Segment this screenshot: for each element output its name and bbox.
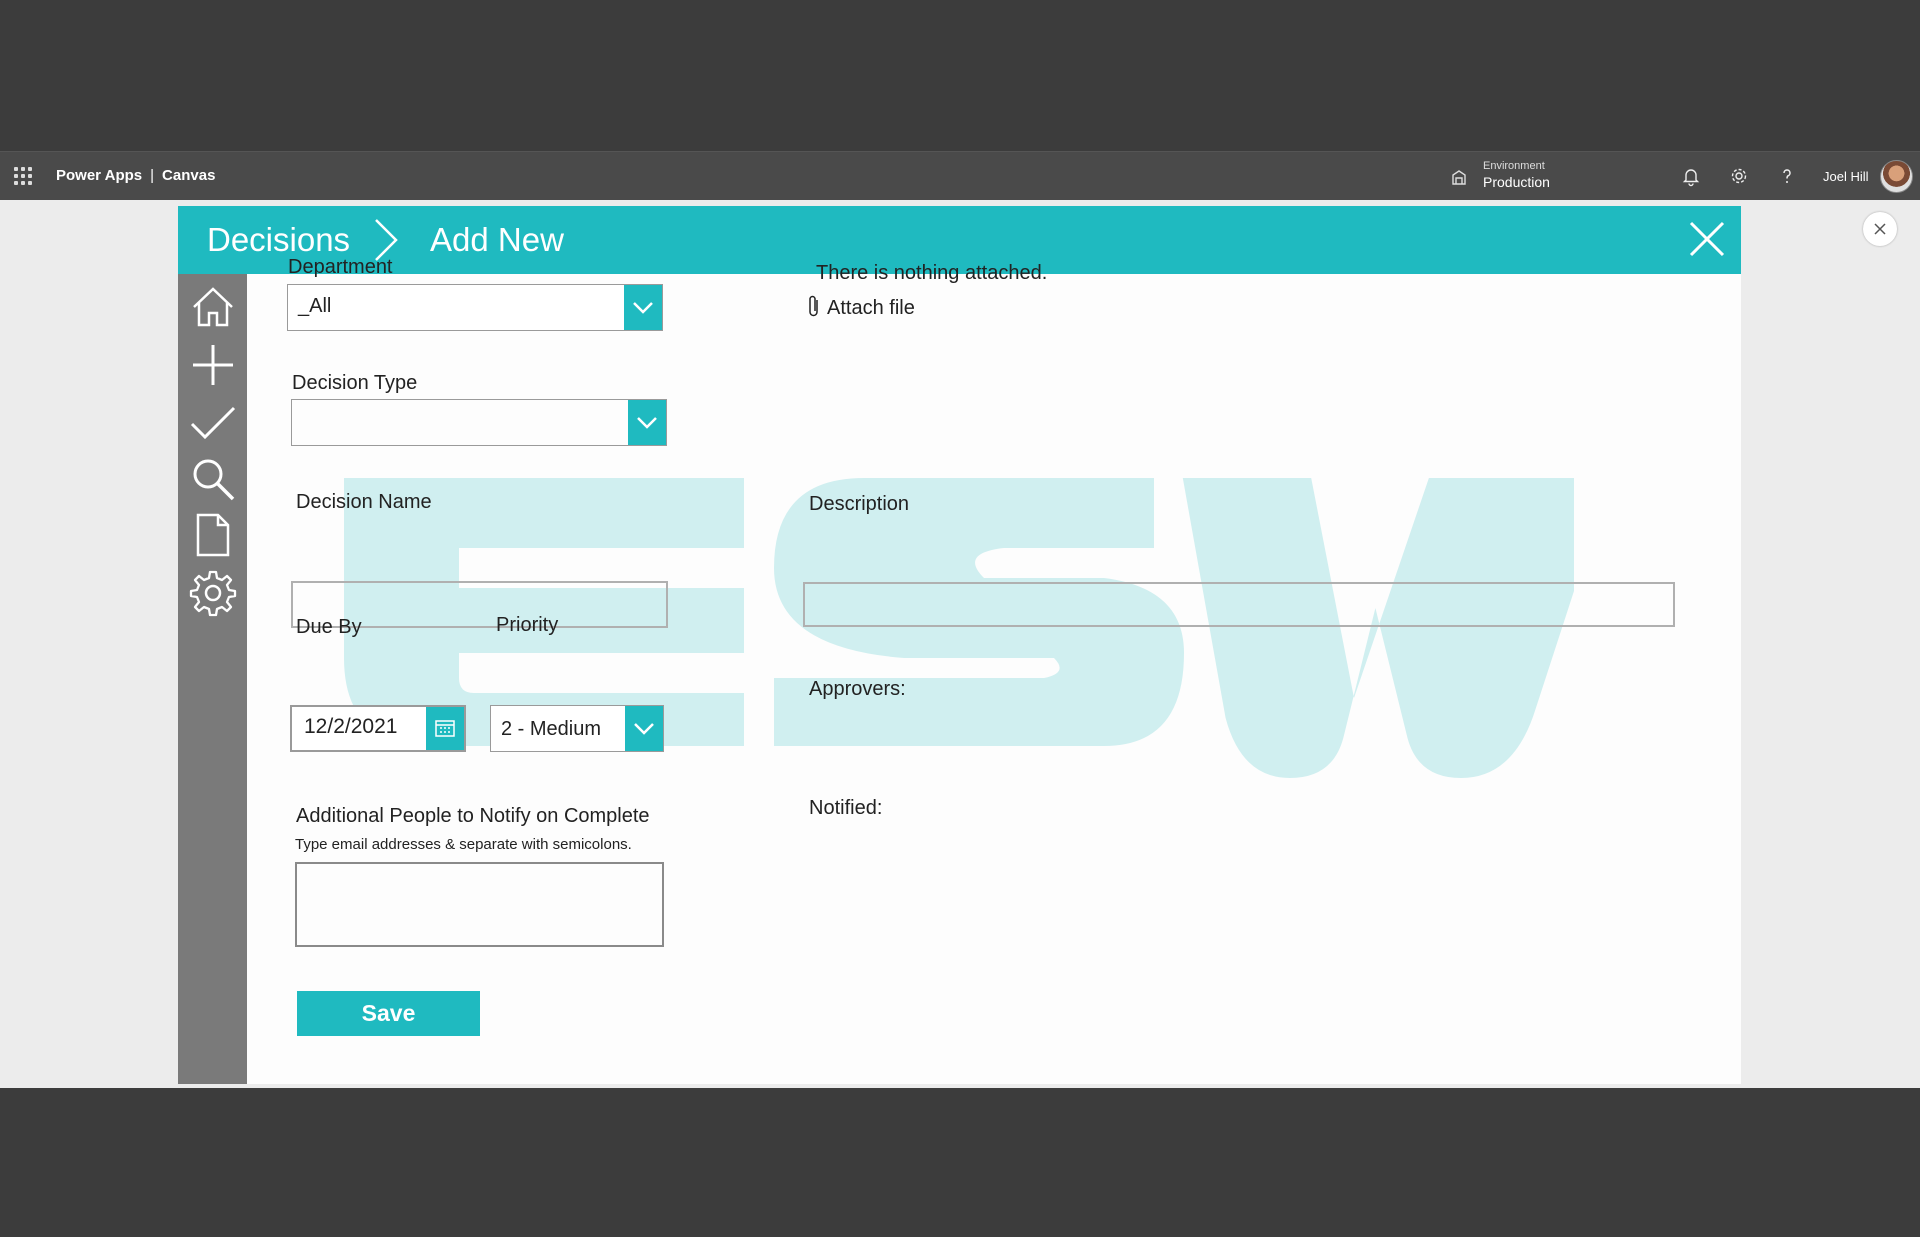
decision-type-label: Decision Type: [292, 372, 418, 394]
priority-value: 2 - Medium: [501, 718, 602, 740]
help-icon[interactable]: [1776, 165, 1798, 187]
decision-type-dropdown[interactable]: [291, 399, 667, 446]
add-icon[interactable]: [188, 340, 238, 390]
breadcrumb-decisions[interactable]: Decisions: [207, 221, 350, 259]
department-dropdown[interactable]: _All: [287, 284, 663, 331]
settings-icon[interactable]: [188, 568, 238, 618]
close-icon[interactable]: [1688, 220, 1726, 258]
description-label: Description: [809, 493, 910, 515]
attach-file-link[interactable]: Attach file: [807, 294, 915, 320]
calendar-icon: [435, 720, 455, 737]
user-name: Joel Hill: [1823, 169, 1869, 184]
close-icon: [1874, 223, 1886, 235]
app-launcher-icon[interactable]: [14, 167, 32, 185]
approvers-label: Approvers:: [809, 678, 906, 700]
suite-bar: Power Apps | Canvas Environment Production…: [0, 151, 1920, 200]
home-icon[interactable]: [188, 282, 238, 332]
priority-dropdown[interactable]: 2 - Medium: [490, 705, 664, 752]
priority-label: Priority: [496, 614, 559, 636]
checkmark-icon[interactable]: [188, 398, 238, 448]
notified-label: Notified:: [809, 797, 883, 819]
paperclip-icon: [809, 295, 818, 317]
product-name: Canvas: [162, 167, 216, 184]
chevron-down-icon: [637, 417, 657, 429]
description-input[interactable]: [803, 582, 1675, 627]
department-dropdown-button[interactable]: [624, 285, 662, 330]
department-value: _All: [298, 295, 332, 317]
notify-hint: Type email addresses & separate with sem…: [295, 836, 632, 853]
due-by-label: Due By: [296, 616, 362, 638]
environment-picker[interactable]: Environment Production: [1450, 158, 1580, 196]
search-icon[interactable]: [188, 454, 238, 504]
save-button[interactable]: Save: [297, 991, 480, 1036]
environment-icon: [1452, 170, 1466, 185]
suite-brand: Power Apps | Canvas: [56, 167, 215, 184]
brand-separator: |: [150, 167, 155, 184]
calendar-button[interactable]: [426, 707, 464, 750]
gear-icon[interactable]: [1728, 165, 1750, 187]
department-label: Department: [288, 256, 393, 278]
attach-file-label: Attach file: [827, 297, 915, 319]
environment-label: Environment: [1483, 160, 1545, 172]
notify-input[interactable]: [295, 862, 664, 947]
chevron-down-icon: [634, 723, 654, 735]
decision-type-dropdown-button[interactable]: [628, 400, 666, 445]
chevron-down-icon: [633, 302, 653, 314]
due-by-value: 12/2/2021: [304, 715, 398, 738]
priority-dropdown-button[interactable]: [625, 706, 663, 751]
brand-name: Power Apps: [56, 167, 143, 184]
breadcrumb-add-new: Add New: [430, 221, 564, 258]
bell-icon[interactable]: [1680, 165, 1702, 187]
environment-value: Production: [1483, 174, 1550, 190]
attachments-empty-text: There is nothing attached.: [816, 262, 1048, 284]
due-by-datepicker[interactable]: 12/2/2021: [290, 705, 466, 752]
decision-name-label: Decision Name: [296, 491, 432, 513]
side-nav: [178, 274, 247, 1084]
document-icon[interactable]: [188, 510, 238, 560]
notify-label: Additional People to Notify on Complete: [296, 805, 650, 827]
app-canvas: Decisions Add New Department _All Decisi…: [178, 206, 1741, 1084]
close-preview-button[interactable]: [1863, 212, 1897, 246]
avatar[interactable]: [1880, 160, 1913, 193]
